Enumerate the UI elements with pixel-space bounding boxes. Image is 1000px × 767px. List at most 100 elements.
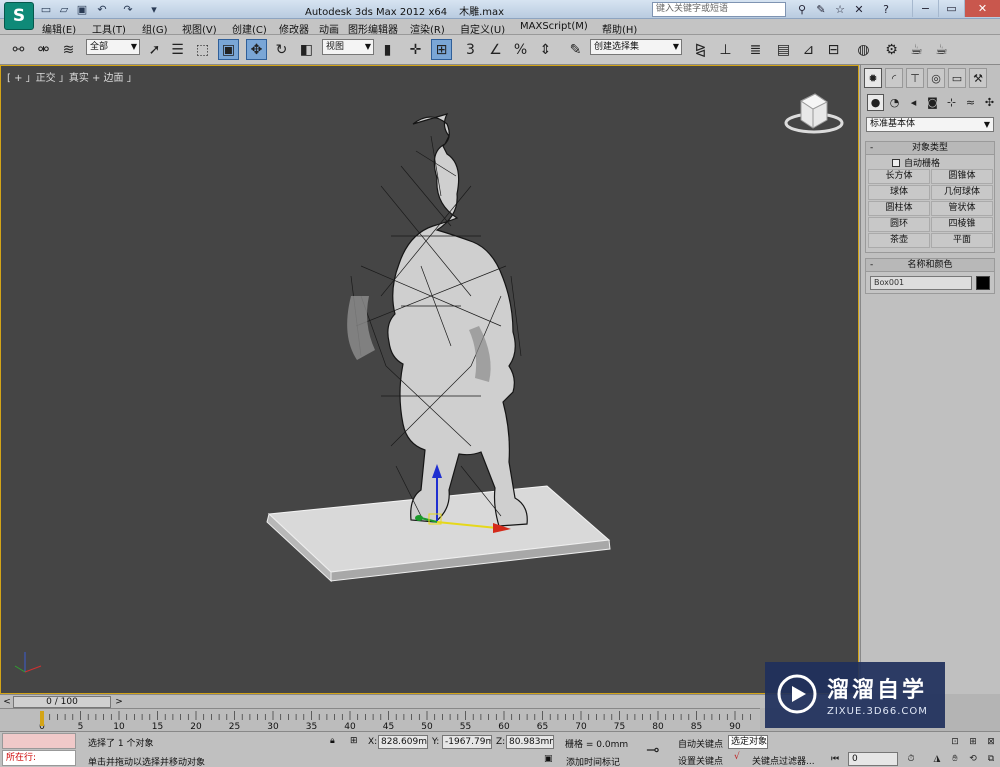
key-icon[interactable]: ⊸ [646, 740, 659, 759]
autogrid-checkbox[interactable]: 自动栅格 [892, 156, 940, 169]
warrior-statue[interactable] [347, 113, 528, 527]
object-color-swatch[interactable] [976, 276, 990, 290]
maximize-viewport-icon[interactable]: ⊠ [984, 735, 998, 749]
key-filters-button[interactable]: 关键点过滤器... [752, 754, 815, 767]
align-icon[interactable]: ⊥ [715, 39, 736, 60]
menu-maxscript[interactable]: MAXScript(M) [520, 21, 588, 32]
current-frame-field[interactable]: 0 [848, 752, 898, 766]
tube-button[interactable]: 管状体 [931, 201, 993, 216]
track-bar[interactable]: 0 5 10 15 20 25 30 35 40 45 50 55 60 65 70 75 80 85 90 [0, 708, 760, 732]
named-selection-dropdown[interactable]: 创建选择集 ▼ [590, 39, 682, 55]
menu-animation[interactable]: 动画 [319, 21, 339, 36]
redo-icon[interactable]: ↷ [120, 2, 136, 17]
minimize-button[interactable]: − [912, 0, 938, 17]
maxscript-listener[interactable] [2, 733, 76, 749]
app-logo-icon[interactable]: S [4, 2, 34, 30]
new-file-icon[interactable]: ▭ [38, 2, 54, 17]
schematic-view-icon[interactable]: ⊟ [823, 39, 844, 60]
menu-help[interactable]: 帮助(H) [602, 21, 637, 36]
z-coordinate-field[interactable]: 80.983mm [506, 735, 554, 749]
field-of-view-icon[interactable]: ◮ [930, 752, 944, 766]
lights-icon[interactable]: ◂ [905, 94, 922, 111]
pyramid-button[interactable]: 四棱锥 [931, 217, 993, 232]
geometry-icon[interactable]: ● [867, 94, 884, 111]
modify-tab-icon[interactable]: ◜ [885, 68, 903, 88]
torus-button[interactable]: 圆环 [868, 217, 930, 232]
menu-graph-editors[interactable]: 图形编辑器 [348, 21, 398, 36]
link-icon[interactable]: ⚯ [8, 39, 29, 60]
save-icon[interactable]: ▣ [74, 2, 90, 17]
create-tab-icon[interactable]: ✹ [864, 68, 882, 88]
unlink-icon[interactable]: ⚮ [33, 39, 54, 60]
motion-tab-icon[interactable]: ◎ [927, 68, 945, 88]
cylinder-button[interactable]: 圆柱体 [868, 201, 930, 216]
layer-manager-icon[interactable]: ≣ [745, 39, 766, 60]
teapot-button[interactable]: 茶壶 [868, 233, 930, 248]
render-setup-icon[interactable]: ⚙ [881, 39, 902, 60]
undo-icon[interactable]: ↶ [94, 2, 110, 17]
view-cube[interactable] [784, 93, 844, 134]
render-frame-icon[interactable]: ☕ [906, 39, 927, 60]
viewport-label[interactable]: [ + 」正交 」真实 + 边面 」 [7, 69, 137, 84]
rect-selection-icon[interactable]: ⬚ [192, 39, 213, 60]
menu-create[interactable]: 创建(C) [232, 21, 267, 36]
tools-icon[interactable]: ✎ [813, 2, 829, 17]
spinner-snap-icon[interactable]: ⇕ [535, 39, 556, 60]
prev-frame-arrow-icon[interactable]: < [1, 696, 13, 708]
time-slider[interactable]: 0 / 100 [13, 696, 111, 708]
binoculars-icon[interactable]: ⚲ [794, 2, 810, 17]
angle-snap-icon[interactable]: ∠ [485, 39, 506, 60]
selection-filter-dropdown[interactable]: 全部 ▼ [86, 39, 140, 55]
object-type-header[interactable]: - 对象类型 [866, 142, 994, 155]
name-color-header[interactable]: - 名称和颜色 [866, 259, 994, 272]
sphere-button[interactable]: 球体 [868, 185, 930, 200]
material-editor-icon[interactable]: ◍ [853, 39, 874, 60]
ref-coord-dropdown[interactable]: 视图 ▼ [322, 39, 374, 55]
lock-icon[interactable]: 🔒︎ [330, 736, 335, 746]
snap-toggle-icon[interactable]: 3 [460, 39, 481, 60]
display-tab-icon[interactable]: ▭ [948, 68, 966, 88]
next-frame-arrow-icon[interactable]: > [113, 696, 125, 708]
object-category-dropdown[interactable]: 标准基本体 ▼ [866, 117, 994, 132]
bind-spacewarp-icon[interactable]: ≋ [58, 39, 79, 60]
geosphere-button[interactable]: 几何球体 [931, 185, 993, 200]
scene-canvas[interactable] [1, 66, 858, 693]
hierarchy-tab-icon[interactable]: ⊤ [906, 68, 924, 88]
orbit-icon[interactable]: ⟲ [966, 752, 980, 766]
close-button[interactable]: ✕ [964, 0, 1000, 17]
utilities-tab-icon[interactable]: ⚒ [969, 68, 987, 88]
menu-tools[interactable]: 工具(T) [92, 21, 126, 36]
cameras-icon[interactable]: ◙ [924, 94, 941, 111]
percent-snap-icon[interactable]: % [510, 39, 531, 60]
keyboard-shortcut-icon[interactable]: ⊞ [431, 39, 452, 60]
spacewarps-icon[interactable]: ≈ [962, 94, 979, 111]
select-scale-icon[interactable]: ◧ [296, 39, 317, 60]
search-input[interactable]: 键入关键字或短语 [652, 2, 786, 17]
zoom-all-icon[interactable]: ⊞ [966, 735, 980, 749]
dropdown-arrow-icon[interactable]: ▾ [146, 2, 162, 17]
plane-button[interactable]: 平面 [931, 233, 993, 248]
menu-modifiers[interactable]: 修改器 [279, 21, 309, 36]
x-coordinate-field[interactable]: 828.609mr [378, 735, 428, 749]
object-name-field[interactable]: Box001 [870, 276, 972, 290]
cone-button[interactable]: 圆锥体 [931, 169, 993, 184]
menu-edit[interactable]: 编辑(E) [42, 21, 76, 36]
star-icon[interactable]: ☆ [832, 2, 848, 17]
absolute-mode-icon[interactable]: ⊞ [350, 736, 358, 746]
pan-view-icon[interactable]: ✋︎ [948, 752, 962, 766]
graphite-ribbon-icon[interactable]: ▤ [773, 39, 794, 60]
menu-customize[interactable]: 自定义(U) [460, 21, 505, 36]
curve-editor-icon[interactable]: ⊿ [798, 39, 819, 60]
help-icon[interactable]: ? [878, 2, 894, 17]
edit-named-selection-icon[interactable]: ✎ [565, 39, 586, 60]
zoom-extents-icon[interactable]: ⊡ [948, 735, 962, 749]
manipulate-icon[interactable]: ✛ [405, 39, 426, 60]
y-coordinate-field[interactable]: -1967.79m [442, 735, 492, 749]
box-button[interactable]: 长方体 [868, 169, 930, 184]
shapes-icon[interactable]: ◔ [886, 94, 903, 111]
time-config-icon[interactable]: ⏱ [904, 752, 918, 766]
close-x-icon[interactable]: ✕ [851, 2, 867, 17]
goto-start-icon[interactable]: ⏮ [828, 752, 842, 766]
open-file-icon[interactable]: ▱ [56, 2, 72, 17]
select-rotate-icon[interactable]: ↻ [271, 39, 292, 60]
